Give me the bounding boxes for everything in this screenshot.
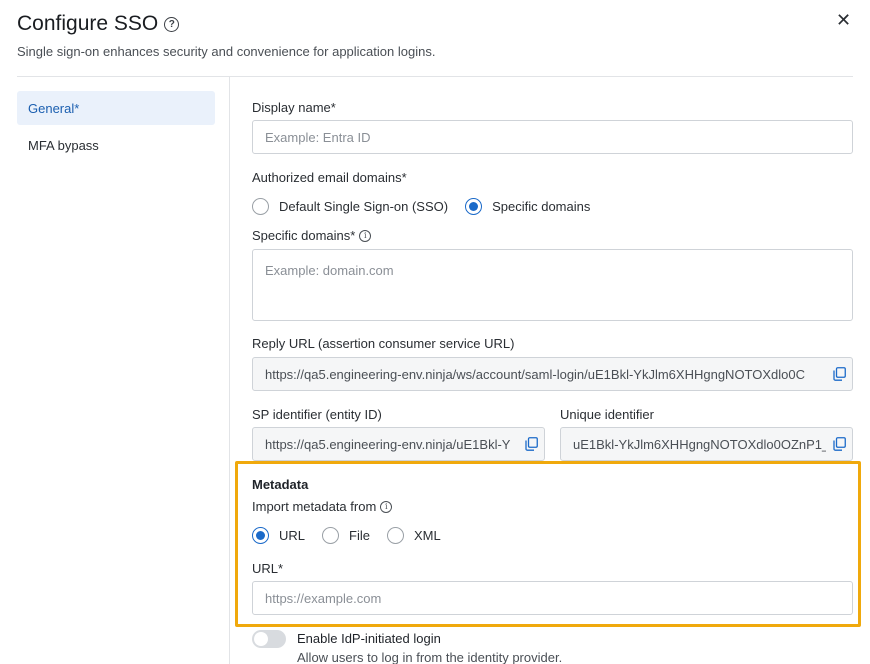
sidebar-item-mfa-bypass[interactable]: MFA bypass: [17, 128, 215, 162]
specific-domains-label-text: Specific domains*: [252, 228, 356, 243]
radio-file-label: File: [349, 528, 370, 543]
reply-url-label-text: Reply URL (assertion consumer service UR…: [252, 336, 515, 351]
sidebar-item-general[interactable]: General*: [17, 91, 215, 125]
header-divider: [17, 76, 853, 77]
radio-file[interactable]: [322, 527, 340, 544]
radio-xml[interactable]: [386, 527, 404, 544]
radio-specific-domains[interactable]: [465, 198, 483, 215]
radio-xml-label: XML: [413, 528, 441, 543]
display-name-field[interactable]: Example: Entra ID: [252, 120, 853, 154]
metadata-source-radio-group: URL File XML: [252, 527, 458, 544]
authorized-domains-label-text: Authorized email domains*: [252, 170, 407, 185]
radio-url-label: URL: [279, 528, 306, 543]
unique-identifier-value: uE1Bkl-YkJlm6XHHgngNOTOXdlo0OZnP1_: [573, 436, 826, 452]
sp-identifier-value: https://qa5.engineering-env.ninja/uE1Bkl…: [265, 436, 511, 452]
copy-icon[interactable]: [826, 367, 852, 381]
page-title: Configure SSO ?: [17, 12, 180, 36]
unique-identifier-field[interactable]: uE1Bkl-YkJlm6XHHgngNOTOXdlo0OZnP1_: [560, 427, 853, 461]
authorized-domains-radio-group: Default Single Sign-on (SSO) Specific do…: [252, 198, 607, 215]
authorized-domains-label: Authorized email domains*: [252, 170, 407, 185]
copy-icon[interactable]: [826, 437, 852, 451]
sp-identifier-label-text: SP identifier (entity ID): [252, 407, 382, 422]
sp-identifier-field[interactable]: https://qa5.engineering-env.ninja/uE1Bkl…: [252, 427, 545, 461]
reply-url-value: https://qa5.engineering-env.ninja/ws/acc…: [265, 366, 806, 382]
metadata-url-field[interactable]: https://example.com: [252, 581, 853, 615]
import-metadata-label: Import metadata from i: [252, 499, 393, 514]
idp-initiated-description: Allow users to log in from the identity …: [297, 650, 563, 664]
radio-default-sso[interactable]: [252, 198, 269, 215]
display-name-label: Display name*: [252, 100, 336, 115]
idp-initiated-label: Enable IdP-initiated login: [297, 631, 441, 646]
reply-url-label: Reply URL (assertion consumer service UR…: [252, 336, 515, 351]
title-text: Configure SSO: [17, 12, 159, 35]
copy-icon[interactable]: [518, 437, 544, 451]
specific-domains-textarea[interactable]: Example: domain.com: [252, 249, 853, 321]
info-icon[interactable]: i: [359, 229, 372, 242]
display-name-placeholder: Example: Entra ID: [265, 129, 371, 145]
unique-identifier-label: Unique identifier: [560, 407, 654, 422]
metadata-section-title: Metadata: [252, 477, 309, 492]
sidebar-divider: [229, 77, 230, 664]
radio-specific-domains-label: Specific domains: [492, 199, 591, 214]
radio-url[interactable]: [252, 527, 269, 544]
sidebar-item-label: General*: [28, 100, 80, 116]
specific-domains-label: Specific domains* i: [252, 228, 372, 243]
info-icon[interactable]: i: [380, 500, 393, 513]
specific-domains-placeholder: Example: domain.com: [265, 263, 394, 278]
page-subtitle: Single sign-on enhances security and con…: [17, 44, 436, 59]
radio-default-sso-label: Default Single Sign-on (SSO): [279, 199, 449, 214]
metadata-url-placeholder: https://example.com: [265, 590, 382, 606]
reply-url-field[interactable]: https://qa5.engineering-env.ninja/ws/acc…: [252, 357, 853, 391]
help-icon[interactable]: ?: [164, 16, 180, 32]
metadata-url-label-text: URL*: [252, 561, 284, 576]
import-metadata-label-text: Import metadata from: [252, 499, 377, 514]
close-icon[interactable]: ✕: [836, 10, 851, 31]
display-name-label-text: Display name*: [252, 100, 336, 115]
sp-identifier-label: SP identifier (entity ID): [252, 407, 382, 422]
metadata-url-label: URL*: [252, 561, 283, 576]
idp-initiated-toggle[interactable]: [252, 630, 286, 648]
unique-identifier-label-text: Unique identifier: [560, 407, 654, 422]
sidebar-item-label: MFA bypass: [28, 137, 99, 153]
